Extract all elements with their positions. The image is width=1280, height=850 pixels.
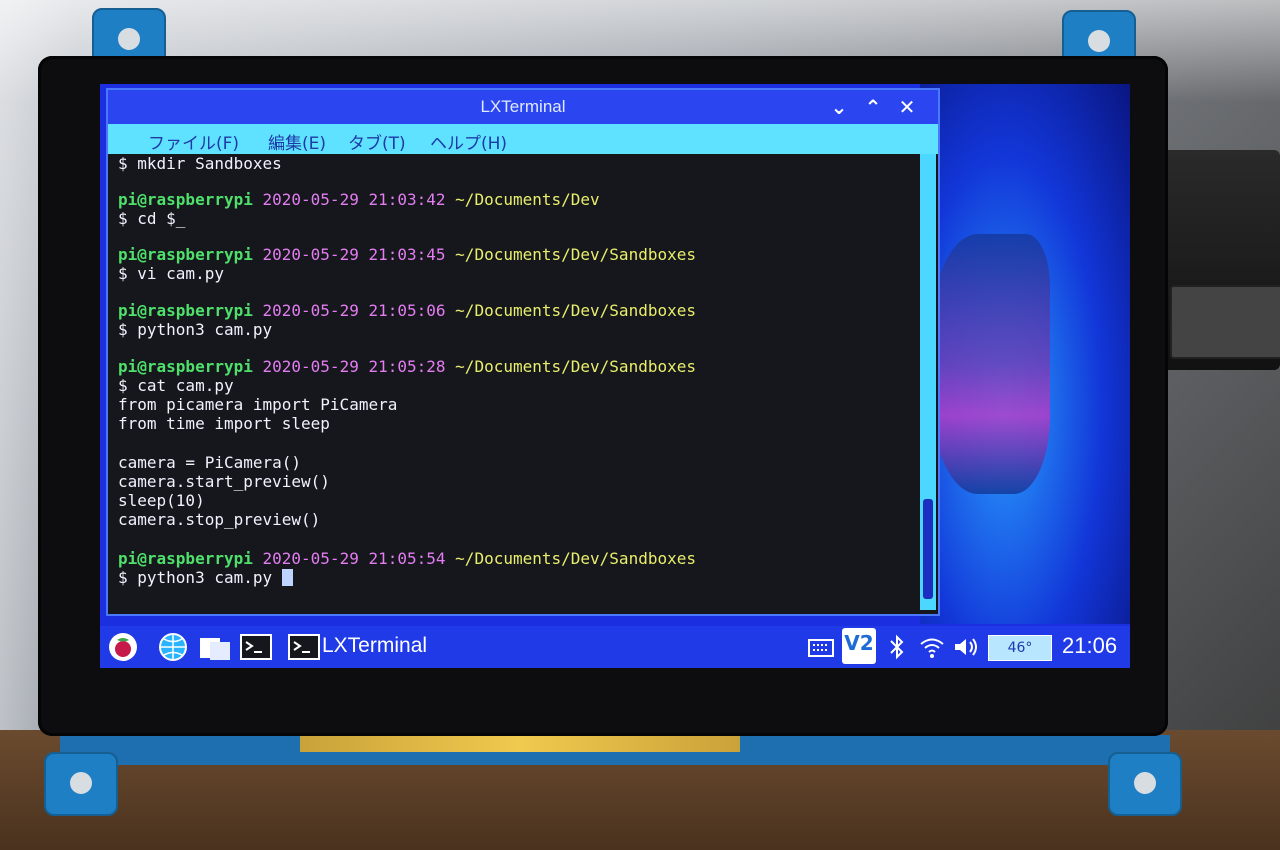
- terminal-prompt: pi@raspberrypi 2020-05-29 21:05:28 ~/Doc…: [118, 357, 696, 376]
- wifi-icon[interactable]: [918, 632, 946, 662]
- terminal-line: sleep(10): [118, 491, 205, 510]
- terminal-line: from time import sleep: [118, 414, 330, 433]
- menu-tabs[interactable]: タブ(T): [348, 129, 406, 154]
- terminal-line: $ cat cam.py: [118, 376, 234, 395]
- terminal-line: camera.start_preview(): [118, 472, 330, 491]
- terminal-scrollbar[interactable]: [920, 154, 936, 610]
- window-titlebar[interactable]: LXTerminal ⌄ ⌃ ✕: [108, 90, 938, 124]
- menu-edit[interactable]: 編集(E): [268, 129, 326, 154]
- terminal-line: $ vi cam.py: [118, 264, 224, 283]
- terminal-prompt: pi@raspberrypi 2020-05-29 21:05:06 ~/Doc…: [118, 301, 696, 320]
- text-cursor: [281, 569, 293, 586]
- cpu-temperature[interactable]: 46°: [988, 635, 1052, 661]
- raspberry-menu-icon[interactable]: [108, 632, 138, 662]
- terminal-line: camera.stop_preview(): [118, 510, 321, 529]
- menu-bar: ファイル(F) 編集(E) タブ(T) ヘルプ(H): [108, 124, 938, 154]
- mounting-tab-bottom-left: [44, 752, 118, 816]
- minimize-button[interactable]: ⌄: [826, 94, 852, 120]
- taskbar-app-label[interactable]: LXTerminal: [322, 634, 427, 658]
- terminal-prompt: pi@raspberrypi 2020-05-29 21:03:42 ~/Doc…: [118, 190, 600, 209]
- terminal-line: $ python3 cam.py: [118, 568, 293, 588]
- taskbar-terminal-icon: [288, 632, 320, 662]
- usb-port: [1170, 285, 1280, 359]
- wallpaper-rock: [930, 234, 1050, 494]
- terminal-line: camera = PiCamera(): [118, 453, 302, 472]
- web-browser-icon[interactable]: [158, 632, 188, 662]
- ribbon-cable: [300, 736, 740, 752]
- close-button[interactable]: ✕: [894, 94, 920, 120]
- terminal-line: $ cd $_: [118, 209, 186, 228]
- terminal-output[interactable]: $ mkdir Sandboxes pi@raspberrypi 2020-05…: [108, 154, 920, 610]
- clock[interactable]: 21:06: [1062, 633, 1117, 659]
- volume-icon[interactable]: [952, 632, 980, 662]
- mounting-tab-bottom-right: [1108, 752, 1182, 816]
- terminal-line: from picamera import PiCamera: [118, 395, 398, 414]
- terminal-prompt: pi@raspberrypi 2020-05-29 21:05:54 ~/Doc…: [118, 549, 696, 568]
- menu-help[interactable]: ヘルプ(H): [430, 129, 507, 154]
- file-manager-icon[interactable]: [198, 632, 232, 662]
- vnc-icon[interactable]: V2: [842, 628, 876, 664]
- taskbar: LXTerminal V2 46° 21:06: [100, 626, 1130, 668]
- menu-file[interactable]: ファイル(F): [148, 129, 239, 154]
- keyboard-icon[interactable]: [808, 632, 834, 662]
- terminal-line: $ python3 cam.py: [118, 320, 273, 339]
- terminal-line: $ mkdir Sandboxes: [118, 154, 282, 173]
- maximize-button[interactable]: ⌃: [860, 94, 886, 120]
- bluetooth-icon[interactable]: [886, 632, 908, 662]
- terminal-icon[interactable]: [240, 632, 272, 662]
- scrollbar-thumb[interactable]: [923, 499, 933, 599]
- terminal-prompt: pi@raspberrypi 2020-05-29 21:03:45 ~/Doc…: [118, 245, 696, 264]
- window-title: LXTerminal: [480, 97, 566, 116]
- desktop-screen: LXTerminal ⌄ ⌃ ✕ ファイル(F) 編集(E) タブ(T) ヘルプ…: [100, 84, 1130, 668]
- terminal-window: LXTerminal ⌄ ⌃ ✕ ファイル(F) 編集(E) タブ(T) ヘルプ…: [106, 88, 940, 616]
